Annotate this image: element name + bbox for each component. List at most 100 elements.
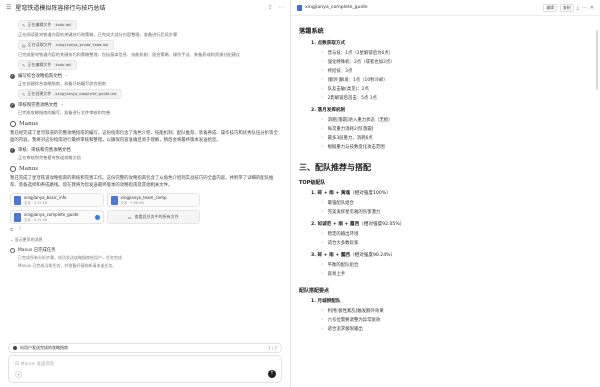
status-icon <box>10 247 15 253</box>
show-earlier-label: 显示更早的消息 <box>14 237 43 242</box>
list-item: 六号位需要调整为异常驱效 <box>321 316 590 325</box>
list-item: 适合大多数玩家 <box>321 239 590 248</box>
plan-step[interactable]: ✓ 审核：审核和完善攻略文档 <box>10 147 280 153</box>
file-meta: 文本 · 6.55 KB <box>24 218 48 222</box>
list-item: 利用[极性紊乱]触发额外效果 <box>321 307 590 316</box>
file-viewer: xingjianya_complete_guide 编辑 复制 ⤓ ⋯ ✕ 落霜… <box>290 0 600 387</box>
list-item: 普与技：1点（2星解锁后为6点） <box>321 49 590 58</box>
folder-icon: ▭ <box>127 214 132 220</box>
assistant-message: 我已经完成了星穹铁道的完整攻略指南的编写。这份指南包含了角色介绍、技能机制、配队… <box>10 131 278 143</box>
edit-icon: ✎ <box>22 22 26 28</box>
active-dot-icon <box>94 214 100 220</box>
chat-panel: ☰ 星穹铁道模拟阵容排行与技巧总结 ⇪ ⋯ ✎ 正在编辑文件 todo.md 正在阅… <box>0 0 290 387</box>
task-progress-bar[interactable]: 向用户发送完成的攻略指南 7 / 7 <box>8 343 282 353</box>
chat-header: ☰ 星穹铁道模拟阵容排行与技巧总结 ⇪ ⋯ <box>0 0 290 14</box>
send-button[interactable]: ↑ <box>268 370 276 378</box>
manus-logo-icon <box>10 121 16 127</box>
step-desc: 已完成星穹铁道内容的关键技巧和策略整理，包括基本信息、技能机制、组合策略、操作手… <box>18 52 240 57</box>
list-heading: 1. 点数获取方式 <box>311 41 346 46</box>
file-meta: 文本 · 5.66 KB <box>120 201 144 205</box>
task-status: Manus 已完成任务 已完成所有分析步骤，成功发送攻略指南给用户，任务完成 M… <box>10 247 280 269</box>
share-icon[interactable]: ⇪ <box>268 4 273 11</box>
edit-button[interactable]: 编辑 <box>543 3 557 12</box>
attachment-grid: xingjianya_basic_info 文本 · 3.29 KB xingji… <box>10 193 200 224</box>
list-heading: 1. 月城柳配队 <box>311 299 341 304</box>
copy-icon[interactable]: ⧉ <box>10 227 13 233</box>
check-icon: ✓ <box>10 102 15 108</box>
current-task-label: 向用户发送完成的攻略指南 <box>20 345 68 350</box>
plan-step[interactable]: ✓ 审核和完善攻略文档 ⌃ <box>10 102 280 108</box>
step-desc: 已完成攻略指南的编写，准备进行文件审核和完善 <box>18 110 111 115</box>
team-heading: 3. 碎 + 雨 + 露西（相对强度90.24%） <box>311 253 396 258</box>
assistant-message: 我已完成了星穹铁道攻略指南的审核和完善工作。这份完整的攻略指南包含了从角色介绍到… <box>10 176 274 188</box>
file-card[interactable]: xingjianya_team_comp 文本 · 5.66 KB <box>106 193 200 207</box>
file-chip[interactable]: ▤ 正在读取文件 xingjianya_prime_team.md <box>18 40 114 50</box>
check-icon: ✓ <box>10 73 15 79</box>
section-heading: 三、配队推荐与搭配 <box>299 163 371 172</box>
list-item: 强化特殊机：2点（或者也加2点） <box>321 58 590 67</box>
subsection-heading: TOP级配队 <box>299 180 326 186</box>
list-item: 稳定的输出环境 <box>321 230 590 239</box>
viewer-header: xingjianya_complete_guide 编辑 复制 ⤓ ⋯ ✕ <box>291 0 600 16</box>
file-meta: 文本 · 3.29 KB <box>24 201 48 205</box>
status-body: Manus 已完成当前任务，并准备好接收新请求或任务。 <box>18 263 117 268</box>
subsection-heading: 配队搭配要点 <box>299 288 330 294</box>
file-icon: ▤ <box>22 42 26 48</box>
doc-icon <box>110 195 118 205</box>
edit-icon: ✎ <box>22 91 26 97</box>
list-item: 最多3层重力，消耗6点 <box>321 134 590 143</box>
file-chip[interactable]: ✎ 正在创建文件 xingjianya_complete_guide.md <box>18 89 122 99</box>
list-heading: 2. 落月发挥机制 <box>311 108 346 113</box>
more-icon[interactable]: ⋯ <box>278 4 284 11</box>
download-icon[interactable]: ⤓ <box>577 5 579 11</box>
plan-step[interactable]: ✓ 编写综合攻略指南文档 ⌃ <box>10 73 280 79</box>
chevron-up-icon: ⌃ <box>64 73 69 79</box>
list-item: 每次重力消耗2点[落霜] <box>321 125 590 134</box>
task-title: 星穹铁道模拟阵容排行与技巧总结 <box>15 4 106 12</box>
viewer-filename: xingjianya_complete_guide <box>305 5 368 10</box>
list-item: 2影解锁后首击：5点 1点 <box>321 94 590 103</box>
list-item: 终结技：3点 <box>321 67 590 76</box>
share-icon[interactable]: ⇪ <box>18 227 22 233</box>
more-icon[interactable]: ⋯ <box>582 5 587 11</box>
status-title: Manus 已完成任务 <box>18 248 56 253</box>
view-all-files-button[interactable]: ▭ 查看此任务中的所有文件 <box>106 210 200 224</box>
scrollbar[interactable] <box>596 30 598 90</box>
message-composer[interactable]: 向 Manus 发送消息 + ↑ <box>8 355 282 383</box>
check-icon: ✓ <box>10 147 15 153</box>
sidebar-toggle-icon[interactable]: ☰ <box>6 4 11 11</box>
view-all-label: 查看此任务中的所有文件 <box>134 214 179 219</box>
copy-button[interactable]: 复制 <box>559 3 574 12</box>
assistant-name: Manus <box>19 121 39 127</box>
status-body: 已完成所有分析步骤，成功发送攻略指南给用户，任务完成 <box>18 255 122 260</box>
assistant-header: Manus <box>10 121 280 127</box>
file-card[interactable]: xingjianya_complete_guide 文本 · 6.55 KB <box>10 210 104 224</box>
team-heading: 2. 如诚范 + 雨 + 露西（相对强度92.05%） <box>311 222 405 227</box>
show-earlier-toggle[interactable]: ⌄ 显示更早的消息 <box>10 237 280 243</box>
step-label: 编写综合攻略指南文档 <box>18 74 62 79</box>
manus-logo-icon <box>10 166 16 172</box>
task-count: 7 / 7 <box>268 345 277 351</box>
document-content: 落霜系统 1. 点数获取方式 普与技：1点（2星解锁后为6点） 强化特殊机：2点… <box>299 18 590 387</box>
file-chip[interactable]: ✎ 正在编辑文件 todo.md <box>18 60 77 70</box>
file-chip[interactable]: ✎ 正在编辑文件 todo.md <box>18 20 77 30</box>
doc-icon <box>14 212 21 222</box>
check-icon <box>13 346 17 350</box>
step-label: 审核和完善攻略文档 <box>18 103 58 108</box>
list-item: 根据重力与技数变化攻击范围 <box>321 143 590 152</box>
team-heading: 1. 碎 + 雨 + 黄魂（相对强度100%） <box>311 191 391 196</box>
assistant-name: Manus <box>19 166 39 172</box>
step-desc: 正在审核和完善星穹铁道攻略文档 <box>18 155 81 160</box>
list-item: 消耗[落霜]进入重力状态（无损） <box>321 116 590 125</box>
message-actions: ⧉ ⇪ <box>10 227 280 233</box>
list-item: 适合追求极限输出 <box>321 325 590 334</box>
step-desc: 正在阅读星穹铁道内容的关键技巧和策略，已完成大部分内容整理，准备进行后续步骤 <box>18 32 178 37</box>
attach-icon[interactable]: + <box>15 371 22 378</box>
doc-icon <box>14 195 21 205</box>
close-icon[interactable]: ✕ <box>590 5 594 11</box>
list-item: 平衡的配队组合 <box>321 261 590 270</box>
file-card[interactable]: xingjianya_basic_info 文本 · 3.29 KB <box>10 193 104 207</box>
edit-icon: ✎ <box>22 62 26 68</box>
list-item: 完美发挥星见雅的伤害潜力 <box>321 208 590 217</box>
composer-placeholder: 向 Manus 发送消息 <box>15 362 55 367</box>
